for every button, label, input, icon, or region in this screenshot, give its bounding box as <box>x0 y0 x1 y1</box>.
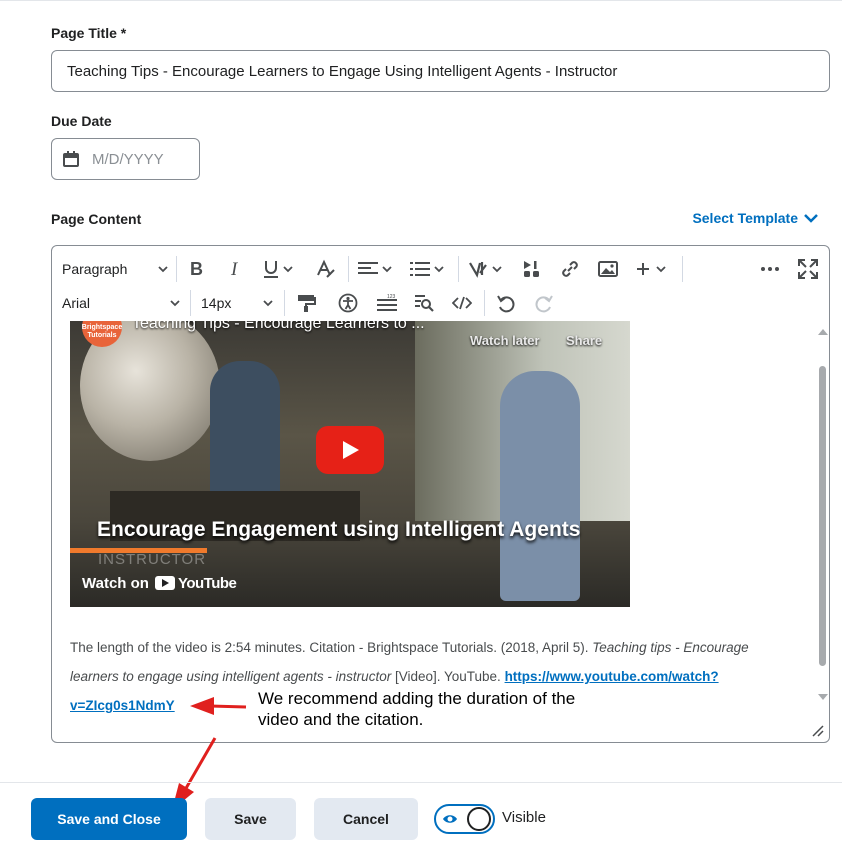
page-content-label: Page Content <box>51 211 142 227</box>
citation-text-2: [Video]. YouTube. <box>391 669 505 684</box>
page-title-label: Page Title * <box>51 25 127 41</box>
underline-icon[interactable] <box>262 256 293 282</box>
fullscreen-icon[interactable] <box>798 256 818 282</box>
youtube-logo: YouTube <box>154 574 237 592</box>
select-template-label: Select Template <box>692 210 798 226</box>
toolbar-divider <box>190 290 191 316</box>
save-button[interactable]: Save <box>205 798 296 840</box>
share-button[interactable]: Share <box>566 333 602 348</box>
block-format-value: Paragraph <box>62 261 128 277</box>
toggle-knob <box>467 807 491 831</box>
svg-text:B: B <box>190 260 203 278</box>
editor-content-area[interactable]: Brightspace Tutorials Teaching Tips - En… <box>52 321 817 741</box>
footer-divider <box>0 782 842 783</box>
toolbar-divider <box>176 256 177 282</box>
due-date-input[interactable] <box>90 147 195 171</box>
editor-scrollbar[interactable] <box>817 326 828 706</box>
video-subtitle: INSTRUCTOR <box>98 551 207 568</box>
page-title-input[interactable] <box>51 50 830 92</box>
chevron-down-icon <box>158 265 168 273</box>
list-icon[interactable] <box>410 256 444 282</box>
text-color-icon[interactable] <box>316 256 336 282</box>
chevron-down-icon <box>804 210 818 226</box>
svg-text:123: 123 <box>387 294 396 300</box>
youtube-wordmark: YouTube <box>177 574 237 592</box>
more-icon[interactable] <box>760 256 780 282</box>
save-and-close-button[interactable]: Save and Close <box>31 798 187 840</box>
chevron-down-icon <box>263 299 273 307</box>
block-format-select[interactable]: Paragraph <box>62 256 168 282</box>
due-date-field[interactable] <box>51 138 200 180</box>
image-icon[interactable] <box>598 256 618 282</box>
bold-icon[interactable]: B <box>188 256 206 282</box>
citation-text-1: The length of the video is 2:54 minutes.… <box>70 640 593 655</box>
italic-icon[interactable]: I <box>228 256 244 282</box>
visible-label: Visible <box>502 809 546 826</box>
embedded-video[interactable]: Brightspace Tutorials Teaching Tips - En… <box>70 321 630 607</box>
word-count-icon[interactable]: 123 <box>376 290 398 316</box>
source-code-icon[interactable] <box>452 290 472 316</box>
toolbar-divider <box>682 256 683 282</box>
play-icon <box>343 441 359 459</box>
video-headline: Encourage Engagement using Intelligent A… <box>97 518 581 541</box>
font-family-select[interactable]: Arial <box>62 290 180 316</box>
align-icon[interactable] <box>358 256 392 282</box>
calendar-icon[interactable] <box>63 151 79 167</box>
format-painter-icon[interactable] <box>296 290 316 316</box>
watch-on-label: Watch on <box>82 574 149 592</box>
svg-text:I: I <box>230 260 239 278</box>
accessibility-icon[interactable] <box>338 290 358 316</box>
font-size-value: 14px <box>201 295 232 311</box>
editor-toolbar-row-2: Arial 14px 123 <box>52 286 829 320</box>
redo-icon[interactable] <box>534 290 554 316</box>
scroll-down-icon[interactable] <box>818 694 828 700</box>
top-divider <box>0 0 842 1</box>
select-template-button[interactable]: Select Template <box>692 210 818 226</box>
cancel-button[interactable]: Cancel <box>314 798 418 840</box>
watch-later-button[interactable]: Watch later <box>470 333 540 348</box>
toolbar-divider <box>348 256 349 282</box>
annotation-line-1: We recommend adding the duration of the <box>258 689 576 708</box>
play-button[interactable] <box>316 426 384 474</box>
video-person-right <box>500 371 580 601</box>
resize-handle-icon[interactable] <box>810 723 824 737</box>
annotation-line-2: video and the citation. <box>258 710 424 729</box>
font-size-select[interactable]: 14px <box>201 290 273 316</box>
rich-text-editor[interactable]: Paragraph B I Arial 14px 123 Brightspace… <box>51 245 830 743</box>
font-family-value: Arial <box>62 295 91 311</box>
chevron-down-icon <box>170 299 180 307</box>
scroll-up-icon[interactable] <box>818 329 828 335</box>
visibility-toggle[interactable] <box>434 804 495 834</box>
youtube-play-icon <box>154 576 175 590</box>
due-date-label: Due Date <box>51 113 112 129</box>
find-replace-icon[interactable] <box>414 290 434 316</box>
video-title[interactable]: Teaching Tips - Encourage Learners to ..… <box>132 321 425 333</box>
plus-icon[interactable] <box>636 256 666 282</box>
eye-icon <box>442 812 458 831</box>
scrollbar-thumb[interactable] <box>819 366 826 666</box>
editor-toolbar-row-1: Paragraph B I <box>52 252 829 286</box>
media-icon[interactable] <box>522 256 542 282</box>
undo-icon[interactable] <box>496 290 516 316</box>
annotation-note: We recommend adding the duration of the … <box>258 688 575 730</box>
video-person-left <box>210 361 280 511</box>
toolbar-divider <box>484 290 485 316</box>
insert-stuff-icon[interactable] <box>468 256 502 282</box>
watch-on-youtube-button[interactable]: Watch on YouTube <box>82 569 237 597</box>
toolbar-divider <box>458 256 459 282</box>
link-icon[interactable] <box>560 256 580 282</box>
toolbar-divider <box>284 290 285 316</box>
